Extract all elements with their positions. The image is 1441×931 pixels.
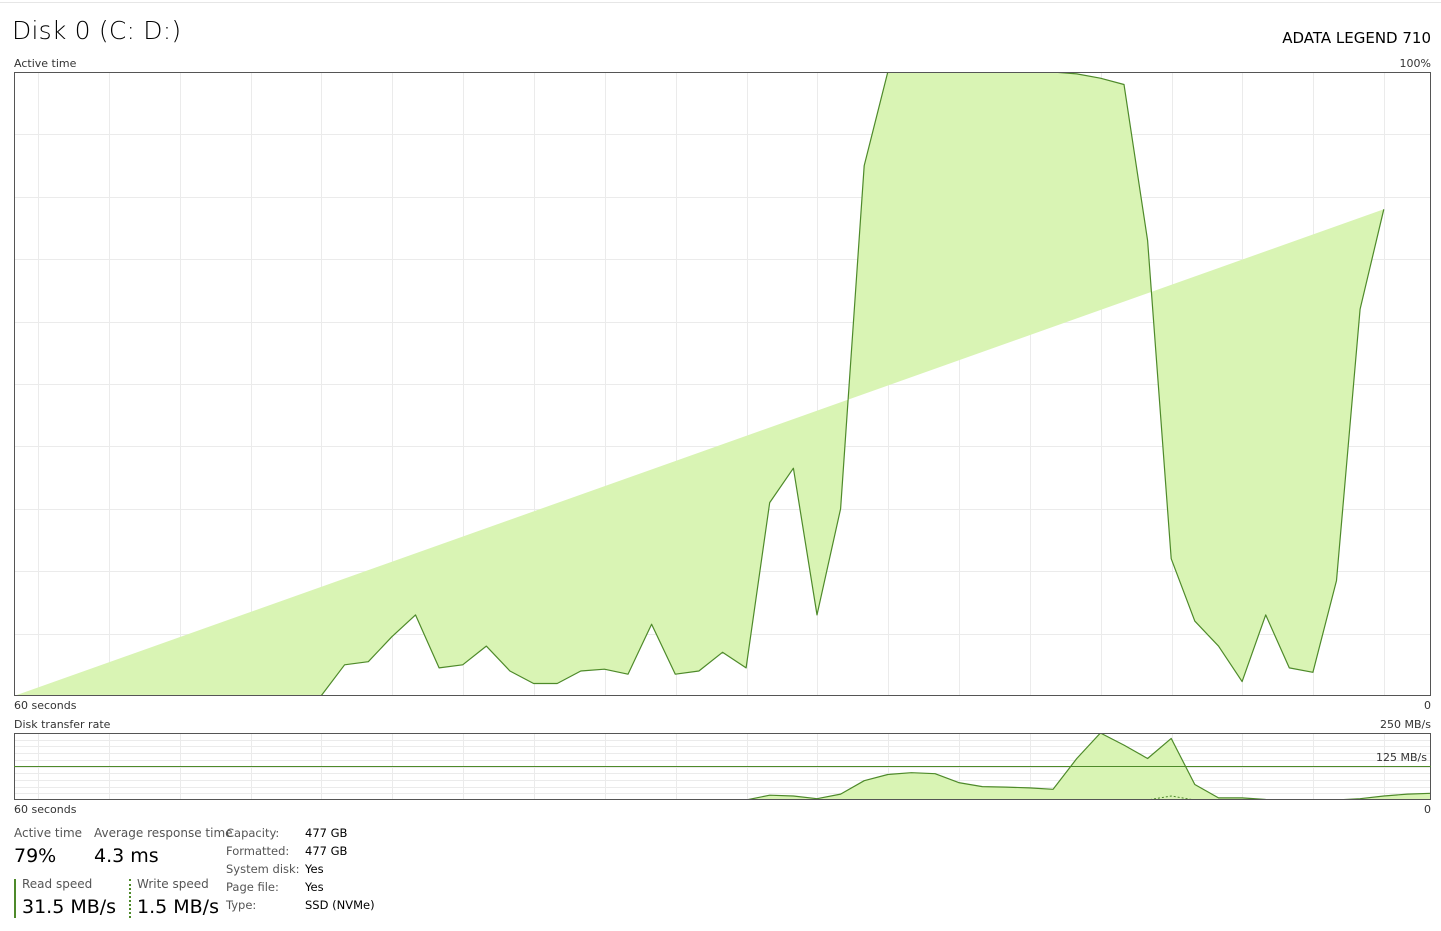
- type-value: SSD (NVMe): [305, 898, 375, 912]
- active-time-min-label: 0: [1424, 699, 1431, 712]
- avg-response-stat-value: 4.3 ms: [94, 845, 159, 867]
- active-time-graph-label: Active time: [14, 57, 77, 70]
- page-file-label: Page file:: [226, 880, 279, 894]
- capacity-label: Capacity:: [226, 826, 280, 840]
- transfer-rate-max-label: 250 MB/s: [1380, 718, 1431, 731]
- system-disk-label: System disk:: [226, 862, 300, 876]
- transfer-rate-range-label: 60 seconds: [14, 803, 77, 816]
- formatted-value: 477 GB: [305, 844, 348, 858]
- active-time-graph: [14, 72, 1431, 696]
- type-label: Type:: [226, 898, 257, 912]
- page-title: Disk 0 (C: D:): [12, 16, 182, 45]
- read-speed-legend-line: [14, 879, 16, 918]
- read-speed-label: Read speed: [22, 877, 93, 891]
- active-time-range-label: 60 seconds: [14, 699, 77, 712]
- formatted-label: Formatted:: [226, 844, 290, 858]
- disk-model-name: ADATA LEGEND 710: [1282, 29, 1431, 47]
- transfer-rate-min-label: 0: [1424, 803, 1431, 816]
- transfer-rate-mid-label: 125 MB/s: [1376, 751, 1427, 764]
- active-time-stat-label: Active time: [14, 826, 83, 840]
- active-time-max-label: 100%: [1399, 57, 1431, 70]
- transfer-rate-graph: [14, 733, 1431, 800]
- write-speed-legend-line: [129, 879, 131, 918]
- top-divider: [0, 2, 1441, 3]
- write-speed-label: Write speed: [137, 877, 209, 891]
- transfer-rate-graph-label: Disk transfer rate: [14, 718, 111, 731]
- avg-response-stat-label: Average response time: [94, 826, 233, 840]
- read-speed-value: 31.5 MB/s: [22, 896, 117, 918]
- active-time-stat-value: 79%: [14, 845, 57, 867]
- system-disk-value: Yes: [305, 862, 324, 876]
- capacity-value: 477 GB: [305, 826, 348, 840]
- write-speed-value: 1.5 MB/s: [137, 896, 219, 918]
- page-file-value: Yes: [305, 880, 324, 894]
